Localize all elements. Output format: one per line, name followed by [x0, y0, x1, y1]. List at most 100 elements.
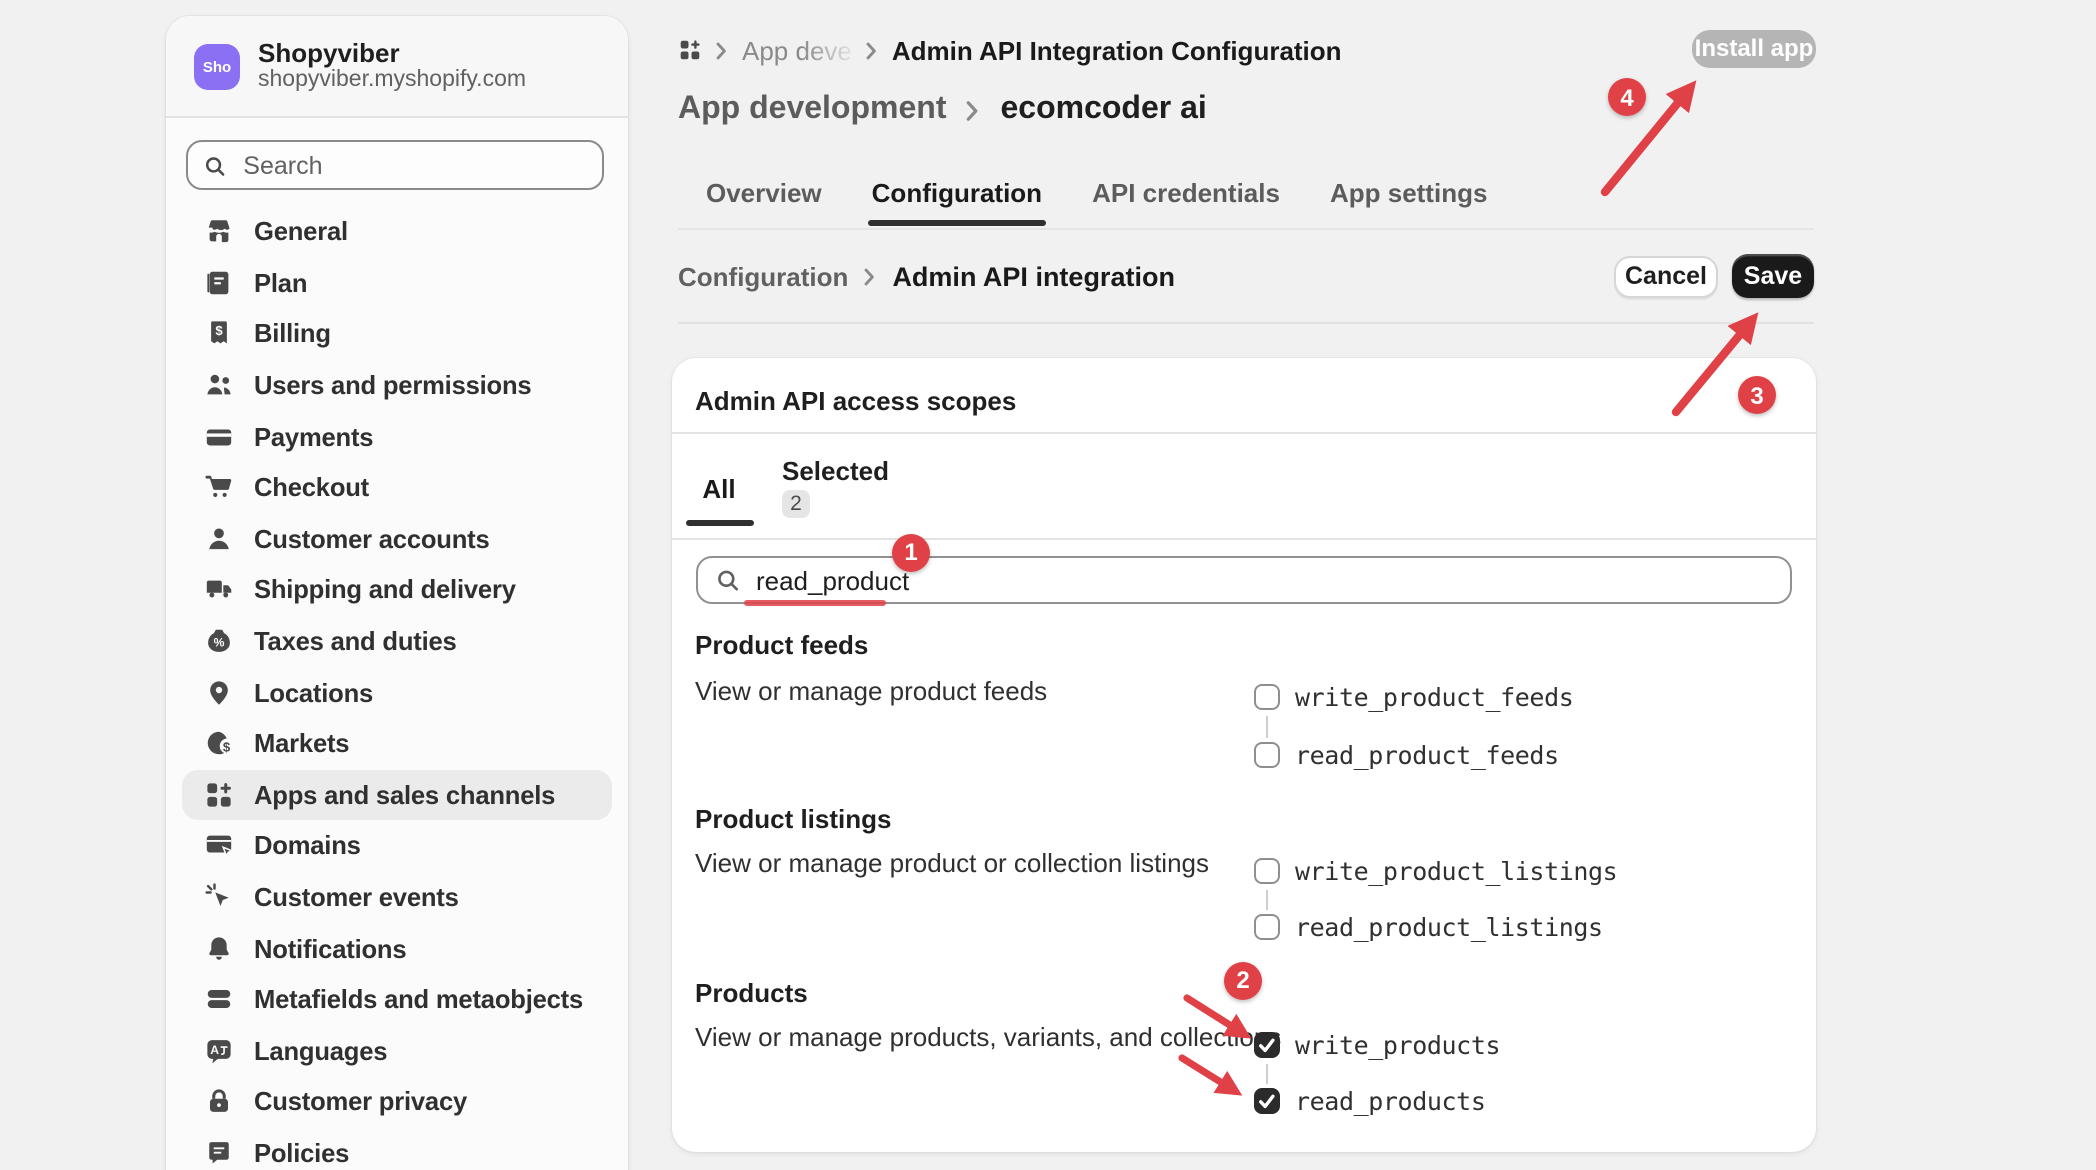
journal-icon [204, 268, 234, 298]
apps-grid-plus-icon [204, 780, 234, 810]
tab-overview[interactable]: Overview [706, 162, 822, 225]
bell-icon [204, 933, 234, 963]
sidebar-item-label: Languages [254, 1036, 387, 1066]
sidebar-item-label: Taxes and duties [254, 626, 457, 656]
sub-breadcrumb: Configuration Admin API integration [678, 260, 1175, 294]
section-title: Product feeds [695, 629, 868, 661]
tab-configuration[interactable]: Configuration [872, 162, 1042, 225]
money-bag-percent-icon: % [204, 626, 234, 656]
sub-breadcrumb-configuration[interactable]: Configuration [678, 262, 848, 292]
scopes-tab-all[interactable]: All [685, 458, 753, 520]
tabs-divider [678, 227, 1814, 229]
scope-checkbox-write-product-feeds[interactable] [1254, 684, 1280, 710]
sidebar-item-label: Customer accounts [254, 524, 490, 554]
scope-checkbox-read-product-listings[interactable] [1254, 914, 1280, 940]
scope-option-row: read_product_feeds [1254, 742, 1559, 768]
sidebar-item-label: General [254, 217, 348, 247]
settings-nav: General Plan $ Billing Users and permiss… [182, 206, 612, 1170]
section-divider [678, 321, 1814, 323]
selected-count-badge: 2 [782, 490, 810, 518]
scope-checkbox-write-products[interactable] [1254, 1032, 1280, 1058]
scope-option-row: read_product_listings [1254, 914, 1603, 940]
sidebar-item-customer-events[interactable]: Customer events [182, 871, 612, 922]
store-avatar: Sho [194, 43, 240, 89]
heading-app-development[interactable]: App development [678, 92, 946, 128]
sidebar-item-label: Notifications [254, 933, 406, 963]
breadcrumb-app-dev[interactable]: App deve [742, 35, 852, 65]
scopes-tab-selected[interactable]: Selected 2 [782, 458, 889, 518]
scope-option-row: write_product_listings [1254, 857, 1617, 883]
cancel-button[interactable]: Cancel [1614, 255, 1718, 298]
sidebar-item-metafields[interactable]: Metafields and metaobjects [182, 974, 612, 1025]
chevron-right-icon [966, 99, 980, 121]
sidebar-item-policies[interactable]: Policies [182, 1127, 612, 1170]
store-header: Sho Shopyviber shopyviber.myshopify.com [166, 16, 628, 118]
card-divider [672, 537, 1815, 539]
sub-breadcrumb-current: Admin API integration [892, 262, 1175, 292]
annotation-red-underline [743, 599, 885, 606]
sidebar-search[interactable] [186, 140, 604, 190]
cart-icon [204, 473, 234, 503]
checkbox-connector [1266, 716, 1269, 737]
section-description: View or manage products, variants, and c… [695, 1020, 1281, 1052]
scope-checkbox-read-products[interactable] [1254, 1088, 1280, 1114]
section-title: Product listings [695, 804, 891, 836]
cursor-spark-icon [204, 882, 234, 912]
tab-app-settings[interactable]: App settings [1330, 162, 1487, 225]
checkbox-connector [1266, 1064, 1269, 1083]
save-button[interactable]: Save [1732, 254, 1814, 298]
scope-label: read_products [1295, 1086, 1485, 1116]
scope-label: read_product_feeds [1295, 740, 1559, 770]
sidebar-item-plan[interactable]: Plan [182, 257, 612, 308]
sidebar-item-customer-accounts[interactable]: Customer accounts [182, 513, 612, 564]
breadcrumb: App deve Admin API Integration Configura… [678, 34, 1342, 66]
sidebar-search-input[interactable] [239, 149, 586, 181]
settings-sidebar: Sho Shopyviber shopyviber.myshopify.com … [166, 16, 628, 1170]
sidebar-item-languages[interactable]: A Languages [182, 1025, 612, 1076]
scope-label: write_products [1295, 1030, 1500, 1060]
sidebar-item-taxes-duties[interactable]: % Taxes and duties [182, 616, 612, 667]
sidebar-item-shipping-delivery[interactable]: Shipping and delivery [182, 564, 612, 615]
search-icon [715, 568, 738, 592]
scope-search[interactable] [695, 556, 1791, 604]
scope-label: read_product_listings [1295, 912, 1603, 942]
sidebar-item-apps-sales-channels[interactable]: Apps and sales channels [182, 769, 612, 820]
sidebar-item-markets[interactable]: $ Markets [182, 718, 612, 769]
sidebar-item-label: Users and permissions [254, 370, 531, 400]
page-heading: App development ecomcoder ai [678, 90, 1207, 130]
scopes-card-title: Admin API access scopes [695, 384, 1016, 416]
sidebar-item-customer-privacy[interactable]: Customer privacy [182, 1076, 612, 1127]
sidebar-item-locations[interactable]: Locations [182, 667, 612, 718]
sidebar-item-general[interactable]: General [182, 206, 612, 257]
apps-grid-plus-icon[interactable] [678, 38, 702, 62]
scope-checkbox-read-product-feeds[interactable] [1254, 742, 1280, 768]
install-app-button[interactable]: Install app [1692, 30, 1816, 67]
store-name: Shopyviber [258, 38, 526, 68]
sidebar-item-notifications[interactable]: Notifications [182, 923, 612, 974]
stacked-capsules-icon [204, 984, 234, 1014]
globe-dollar-icon: $ [204, 728, 234, 758]
sidebar-item-label: Metafields and metaobjects [254, 984, 583, 1014]
sidebar-item-domains[interactable]: Domains [182, 820, 612, 871]
scope-checkbox-write-product-listings[interactable] [1254, 857, 1280, 883]
sidebar-item-label: Domains [254, 831, 361, 861]
map-pin-icon [204, 677, 234, 707]
sidebar-item-users-permissions[interactable]: Users and permissions [182, 360, 612, 411]
tab-api-credentials[interactable]: API credentials [1092, 162, 1280, 225]
sidebar-item-checkout[interactable]: Checkout [182, 462, 612, 513]
sidebar-item-label: Policies [254, 1138, 349, 1168]
check-icon [1256, 1032, 1278, 1058]
document-lines-icon [204, 1138, 234, 1168]
translate-icon: A [204, 1036, 234, 1066]
sidebar-item-billing[interactable]: $ Billing [182, 308, 612, 359]
truck-icon [204, 575, 234, 605]
heading-app-name: ecomcoder ai [1000, 92, 1206, 128]
scope-label: write_product_feeds [1295, 682, 1573, 712]
sidebar-item-label: Payments [254, 421, 373, 451]
sidebar-item-payments[interactable]: Payments [182, 411, 612, 462]
sidebar-item-label: Billing [254, 319, 331, 349]
scope-option-row: write_products [1254, 1032, 1500, 1058]
section-description: View or manage product or collection lis… [695, 848, 1209, 880]
chevron-right-icon [864, 268, 876, 286]
scopes-tab-selected-label: Selected [782, 458, 889, 484]
